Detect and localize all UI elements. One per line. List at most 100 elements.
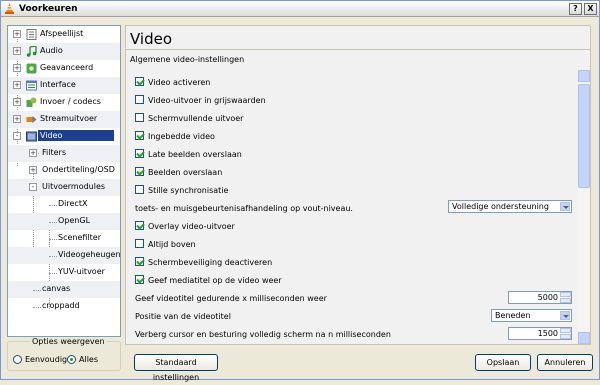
spin-down-icon[interactable] — [560, 334, 571, 339]
section-subtitle: Algemene video-instellingen — [130, 55, 245, 64]
settings-content: Video activeren Video-uitvoer in grijswa… — [126, 72, 576, 344]
vertical-scrollbar[interactable] — [578, 70, 590, 344]
close-button[interactable]: X — [584, 3, 597, 15]
tree-item-input-codecs[interactable]: + Invoer / codecs — [8, 94, 120, 111]
title-bar[interactable]: Voorkeuren ? X — [1, 1, 599, 17]
save-button[interactable]: Opslaan — [475, 354, 531, 371]
tree-item-canvas[interactable]: canvas — [8, 281, 120, 298]
skip-late-frames-checkbox[interactable] — [135, 149, 144, 158]
tree-item-label: Uitvoermodules — [42, 182, 106, 191]
tree-item-output-modules[interactable]: - Uitvoermodules — [8, 179, 120, 196]
spin-up-icon[interactable] — [560, 292, 571, 297]
tree-item-subtitles-osd[interactable]: + Ondertiteling/OSD — [8, 162, 120, 179]
spin-up-icon[interactable] — [560, 328, 571, 333]
help-button[interactable]: ? — [569, 3, 582, 15]
expand-icon[interactable]: + — [13, 115, 21, 123]
tree-item-advanced[interactable]: + Geavanceerd — [8, 60, 120, 77]
tree-item-croppadd[interactable]: croppadd — [8, 298, 120, 315]
title-timeout-label: Geef videotitel gedurende x milliseconde… — [135, 294, 327, 303]
expand-icon[interactable]: + — [13, 64, 21, 72]
interface-icon — [26, 80, 37, 91]
disable-screensaver-checkbox[interactable] — [135, 257, 144, 266]
simple-radio[interactable] — [13, 355, 22, 364]
hotkey-handling-select[interactable]: Volledige ondersteuning — [448, 200, 572, 213]
checkbox-label[interactable]: Beelden overslaan — [148, 168, 222, 177]
cancel-button[interactable]: Annuleren — [537, 354, 593, 371]
spin-down-icon[interactable] — [560, 298, 571, 303]
hide-cursor-spinbox[interactable]: 1500 — [508, 327, 572, 340]
fullscreen-checkbox[interactable] — [135, 113, 144, 122]
tree-item-playlist[interactable]: + Afspeellijst — [8, 26, 120, 43]
checkbox-label[interactable]: Ingebedde video — [148, 132, 215, 141]
tree-item-label: DirectX — [58, 199, 88, 208]
simple-radio-label[interactable]: Eenvoudig — [25, 355, 67, 364]
expand-icon[interactable]: + — [13, 98, 21, 106]
checkbox-label[interactable]: Stille synchronisatie — [148, 186, 228, 195]
scroll-thumb[interactable] — [578, 84, 590, 188]
tree-item-filters[interactable]: + Filters — [8, 145, 120, 162]
title-position-select[interactable]: Beneden — [491, 309, 572, 322]
tree-item-interface[interactable]: + Interface — [8, 77, 120, 94]
checkbox-label[interactable]: Late beelden overslaan — [148, 150, 242, 159]
tree-item-yuv-output[interactable]: YUV-uitvoer — [8, 264, 120, 281]
skip-frames-checkbox[interactable] — [135, 167, 144, 176]
select-value: Volledige ondersteuning — [452, 202, 549, 211]
category-tree[interactable]: + Afspeellijst + Audio + Geavanceerd + I… — [7, 25, 121, 337]
tree-item-stream-output[interactable]: + Streamuitvoer — [8, 111, 120, 128]
spinbox-value: 5000 — [537, 293, 558, 302]
tree-item-label: Interface — [40, 80, 76, 89]
checkbox-label[interactable]: Altijd boven — [148, 240, 196, 249]
checkbox-label[interactable]: Video activeren — [148, 78, 210, 87]
chevron-down-icon[interactable] — [560, 311, 570, 320]
collapse-icon[interactable]: - — [29, 183, 37, 191]
select-value: Beneden — [495, 311, 531, 320]
all-radio[interactable] — [67, 355, 76, 364]
scroll-down-icon[interactable] — [578, 332, 590, 344]
tree-item-label: canvas — [42, 284, 71, 293]
chevron-down-icon[interactable] — [560, 202, 570, 211]
playlist-icon — [26, 29, 37, 40]
tree-item-label: OpenGL — [58, 216, 91, 225]
tree-item-label: Video — [38, 130, 114, 141]
title-position-label: Positie van de videotitel — [135, 312, 231, 321]
checkbox-label[interactable]: Schermbeveiliging deactiveren — [148, 258, 272, 267]
show-media-title-checkbox[interactable] — [135, 275, 144, 284]
expand-icon[interactable]: + — [29, 166, 37, 174]
title-divider — [126, 49, 590, 50]
grayscale-checkbox[interactable] — [135, 95, 144, 104]
window-title: Voorkeuren — [19, 4, 78, 14]
collapse-icon[interactable]: - — [13, 132, 21, 140]
tree-item-directx[interactable]: DirectX — [8, 196, 120, 213]
tree-item-label: Scenefilter — [58, 233, 101, 242]
checkbox-label[interactable]: Geef mediatitel op de video weer — [148, 276, 282, 285]
tree-item-scenefilter[interactable]: Scenefilter — [8, 230, 120, 247]
tree-item-video-memory[interactable]: Videogeheugen — [8, 247, 120, 264]
expand-icon[interactable]: + — [13, 81, 21, 89]
tree-item-opengl[interactable]: OpenGL — [8, 213, 120, 230]
tree-item-label: croppadd — [42, 301, 80, 310]
expand-icon[interactable]: + — [29, 149, 37, 157]
tree-item-audio[interactable]: + Audio — [8, 43, 120, 60]
tree-item-label: Ondertiteling/OSD — [42, 165, 115, 174]
gear-green-icon — [26, 63, 37, 74]
checkbox-label[interactable]: Overlay video-uitvoer — [148, 222, 235, 231]
scroll-up-icon[interactable] — [578, 70, 590, 82]
video-enable-checkbox[interactable] — [135, 77, 144, 86]
tree-item-label: Audio — [40, 46, 63, 55]
checkbox-label[interactable]: Video-uitvoer in grijswaarden — [148, 96, 266, 105]
title-timeout-spinbox[interactable]: 5000 — [508, 291, 572, 304]
tree-item-label: Geavanceerd — [40, 63, 94, 72]
tree-item-label: Filters — [42, 148, 66, 157]
quiet-sync-checkbox[interactable] — [135, 185, 144, 194]
expand-icon[interactable]: + — [13, 30, 21, 38]
tree-item-label: Invoer / codecs — [40, 97, 101, 106]
checkbox-label[interactable]: Schermvullende uitvoer — [148, 114, 243, 123]
expand-icon[interactable]: + — [13, 47, 21, 55]
tree-item-video[interactable]: - Video — [8, 128, 120, 145]
vlc-cone-icon — [5, 3, 14, 14]
all-radio-label[interactable]: Alles — [79, 355, 98, 364]
always-on-top-checkbox[interactable] — [135, 239, 144, 248]
embedded-video-checkbox[interactable] — [135, 131, 144, 140]
reset-defaults-button[interactable]: Standaard instellingen — [134, 354, 218, 382]
overlay-checkbox[interactable] — [135, 221, 144, 230]
